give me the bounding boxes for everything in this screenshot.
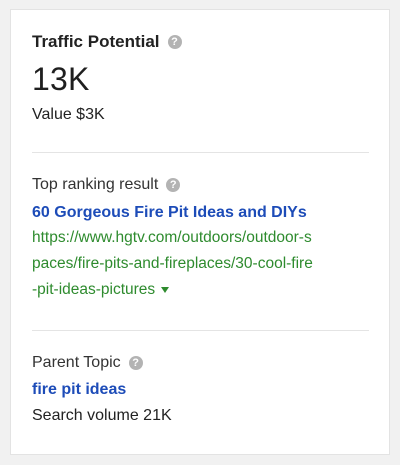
- top-ranking-link[interactable]: 60 Gorgeous Fire Pit Ideas and DIYs: [32, 204, 307, 221]
- parent-topic-section: Parent Topic ? fire pit ideas Search vol…: [32, 354, 369, 425]
- divider: [32, 330, 369, 331]
- top-ranking-header: Top ranking result ?: [32, 176, 369, 194]
- traffic-potential-title: Traffic Potential: [32, 32, 160, 51]
- top-ranking-section: Top ranking result ? 60 Gorgeous Fire Pi…: [32, 176, 369, 303]
- search-volume: Search volume 21K: [32, 407, 172, 424]
- traffic-potential-section: Traffic Potential ? 13K Value $3K: [32, 32, 369, 124]
- top-ranking-link-row: 60 Gorgeous Fire Pit Ideas and DIYs: [32, 204, 369, 222]
- url-line: https://www.hgtv.com/outdoors/outdoor-s: [32, 229, 312, 246]
- traffic-potential-value: 13K: [32, 61, 90, 97]
- parent-topic-header: Parent Topic ?: [32, 354, 369, 372]
- help-icon[interactable]: ?: [167, 35, 182, 49]
- url-line: paces/fire-pits-and-fireplaces/30-cool-f…: [32, 255, 313, 272]
- traffic-value-line: Value $3K: [32, 106, 105, 123]
- parent-topic-link-row: fire pit ideas: [32, 381, 369, 399]
- parent-topic-label: Parent Topic: [32, 354, 121, 371]
- parent-topic-link[interactable]: fire pit ideas: [32, 381, 126, 398]
- help-icon[interactable]: ?: [128, 356, 143, 370]
- chevron-down-icon[interactable]: [161, 286, 170, 293]
- divider: [32, 152, 369, 153]
- top-ranking-label: Top ranking result: [32, 176, 159, 193]
- top-ranking-url[interactable]: https://www.hgtv.com/outdoors/outdoor-s …: [32, 225, 372, 303]
- url-line: -pit-ideas-pictures: [32, 281, 156, 298]
- keyword-overview-card: Traffic Potential ? 13K Value $3K Top ra…: [10, 9, 390, 455]
- url-line-last: -pit-ideas-pictures: [32, 277, 372, 303]
- traffic-potential-header: Traffic Potential ?: [32, 32, 369, 52]
- help-icon[interactable]: ?: [166, 178, 181, 192]
